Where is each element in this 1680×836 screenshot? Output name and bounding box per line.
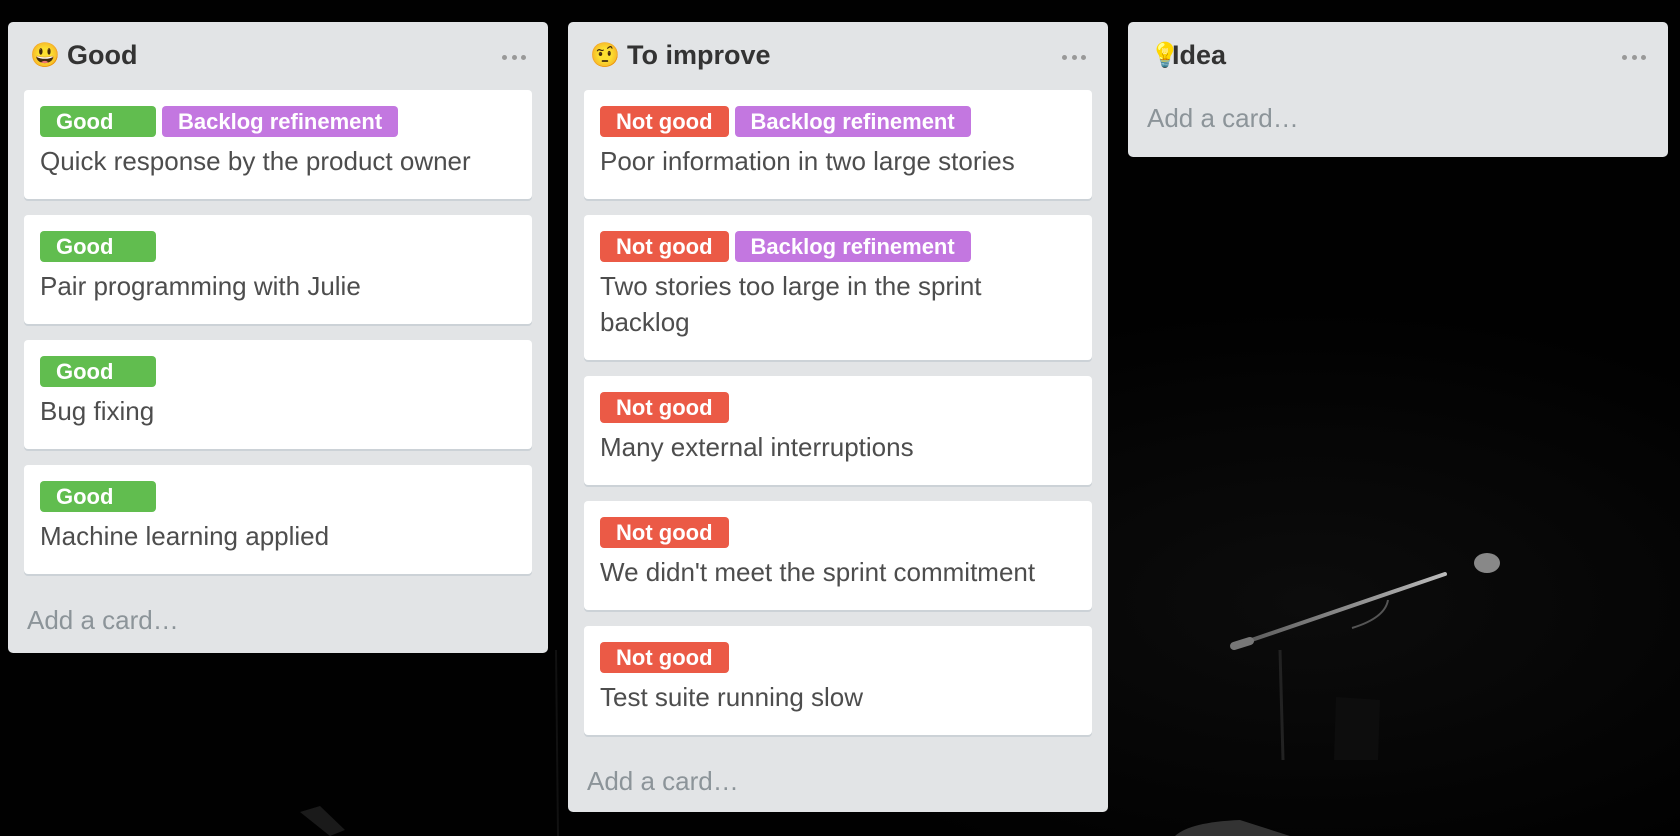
light-bulb-icon: 💡 xyxy=(1150,42,1180,69)
list-menu-button[interactable] xyxy=(502,52,526,62)
dot xyxy=(1631,54,1637,60)
list-good: 😃 Good Good Backlog refinement Quick resp… xyxy=(8,22,548,653)
board: 😃 Good Good Backlog refinement Quick resp… xyxy=(0,0,1680,836)
card[interactable]: Not good We didn't meet the sprint commi… xyxy=(584,501,1092,610)
list-header: 🤨 To improve xyxy=(568,22,1108,90)
card[interactable]: Not good Test suite running slow xyxy=(584,626,1092,735)
card-labels: Good xyxy=(40,481,516,512)
label-not-good: Not good xyxy=(600,392,729,423)
list-menu-button[interactable] xyxy=(1622,52,1646,62)
list-title[interactable]: 🤨 To improve xyxy=(590,38,771,73)
list-to-improve: 🤨 To improve Not good Backlog refinement … xyxy=(568,22,1108,812)
more-horizontal-icon xyxy=(502,54,507,60)
label-good: Good xyxy=(40,481,156,512)
dot xyxy=(511,54,517,60)
card-labels: Good xyxy=(40,231,516,262)
dot xyxy=(521,54,526,60)
list-title-text: To improve xyxy=(627,40,771,70)
label-backlog-refinement: Backlog refinement xyxy=(734,106,971,137)
label-not-good: Not good xyxy=(600,642,729,673)
label-not-good: Not good xyxy=(600,517,729,548)
list-title-text: Idea xyxy=(1172,40,1227,70)
add-card-button[interactable]: Add a card… xyxy=(8,590,548,660)
list-header: 💡Idea xyxy=(1128,22,1668,90)
dot xyxy=(1081,54,1086,60)
dot xyxy=(1641,54,1646,60)
card-list: Good Backlog refinement Quick response b… xyxy=(8,90,548,574)
label-good: Good xyxy=(40,356,156,387)
list-title-text: Good xyxy=(67,40,138,70)
add-card-button[interactable]: Add a card… xyxy=(568,751,1108,821)
list-menu-button[interactable] xyxy=(1062,52,1086,62)
card[interactable]: Good Machine learning applied xyxy=(24,465,532,574)
label-backlog-refinement: Backlog refinement xyxy=(734,231,971,262)
card[interactable]: Not good Many external interruptions xyxy=(584,376,1092,485)
add-card-button[interactable]: Add a card… xyxy=(1128,90,1668,180)
card[interactable]: Good Pair programming with Julie xyxy=(24,215,532,324)
card-list: Not good Backlog refinement Poor informa… xyxy=(568,90,1108,735)
label-backlog-refinement: Backlog refinement xyxy=(162,106,399,137)
list-title[interactable]: 😃 Good xyxy=(30,38,137,73)
list-idea: 💡Idea Add a card… xyxy=(1128,22,1668,157)
card-title: Many external interruptions xyxy=(600,432,914,462)
card-title: Two stories too large in the sprint back… xyxy=(600,271,982,337)
card-title: Quick response by the product owner xyxy=(40,146,471,176)
card-title: We didn't meet the sprint commitment xyxy=(600,557,1036,587)
more-horizontal-icon xyxy=(1062,54,1067,60)
card-title: Test suite running slow xyxy=(600,682,864,712)
card[interactable]: Good Bug fixing xyxy=(24,340,532,449)
label-not-good: Not good xyxy=(600,231,729,262)
smiley-face-icon: 😃 xyxy=(30,42,60,69)
card-title: Bug fixing xyxy=(40,396,155,426)
card-title: Machine learning applied xyxy=(40,521,330,551)
card[interactable]: Not good Backlog refinement Poor informa… xyxy=(584,90,1092,199)
card-labels: Not good Backlog refinement xyxy=(600,106,1076,137)
more-horizontal-icon xyxy=(1622,54,1627,60)
card-labels: Not good xyxy=(600,642,1076,673)
card-labels: Good xyxy=(40,356,516,387)
raised-eyebrow-face-icon: 🤨 xyxy=(590,42,620,69)
label-good: Good xyxy=(40,106,156,137)
card[interactable]: Not good Backlog refinement Two stories … xyxy=(584,215,1092,360)
card-title: Poor information in two large stories xyxy=(600,146,1015,176)
card-labels: Not good xyxy=(600,392,1076,423)
card-labels: Not good Backlog refinement xyxy=(600,231,1076,262)
list-header: 😃 Good xyxy=(8,22,548,90)
card-labels: Not good xyxy=(600,517,1076,548)
label-not-good: Not good xyxy=(600,106,729,137)
card-labels: Good Backlog refinement xyxy=(40,106,516,137)
card-title: Pair programming with Julie xyxy=(40,271,361,301)
dot xyxy=(1071,54,1077,60)
label-good: Good xyxy=(40,231,156,262)
list-title[interactable]: 💡Idea xyxy=(1150,38,1226,73)
card[interactable]: Good Backlog refinement Quick response b… xyxy=(24,90,532,199)
